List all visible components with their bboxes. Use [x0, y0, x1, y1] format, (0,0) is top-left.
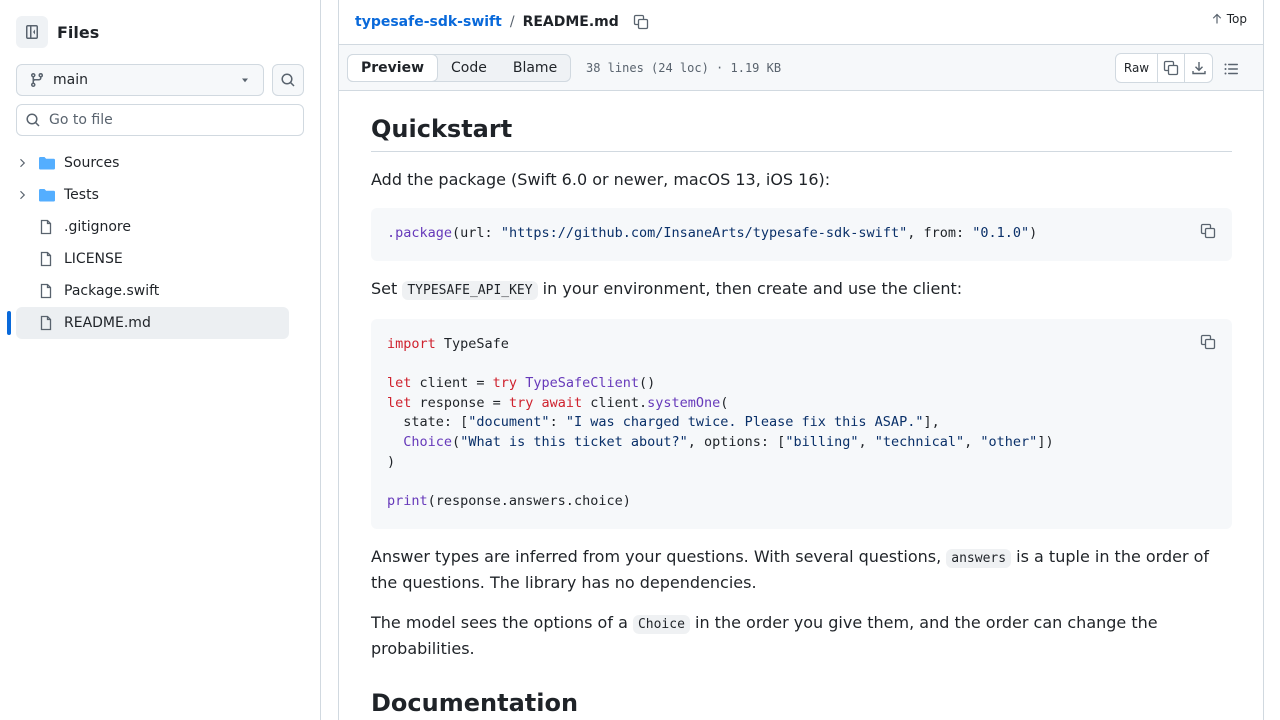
- heading-documentation: Documentation: [371, 689, 1232, 720]
- file-icon: [40, 219, 52, 235]
- tab-blame[interactable]: Blame: [500, 55, 570, 81]
- collapse-sidebar-button[interactable]: [16, 16, 48, 48]
- file-meta: 38 lines (24 loc) · 1.19 KB: [586, 61, 782, 75]
- branch-name: main: [53, 72, 88, 88]
- tree-item-label: Sources: [64, 155, 120, 171]
- tree-item-label: .gitignore: [64, 219, 131, 235]
- breadcrumb-separator: /: [509, 14, 515, 30]
- paragraph-answer-types: Answer types are inferred from your ques…: [371, 547, 1210, 592]
- paragraph-set-key: Set TYPESAFE_API_KEY in your environment…: [371, 279, 963, 300]
- tab-preview[interactable]: Preview: [347, 54, 439, 82]
- git-branch-icon: [31, 72, 43, 88]
- file-tree: Sources Tests .gitignore LICENSE Package…: [0, 147, 320, 339]
- chevron-right-icon[interactable]: [16, 157, 28, 169]
- search-files-button[interactable]: [272, 64, 304, 96]
- copy-code-button[interactable]: [1198, 221, 1218, 241]
- readme-content: Quickstart Add the package (Swift 6.0 or…: [371, 91, 1232, 720]
- code-block-usage: import TypeSafe let client = try TypeSaf…: [371, 319, 1232, 529]
- tree-item-label: Package.swift: [64, 283, 160, 299]
- tree-item-label: LICENSE: [64, 251, 123, 267]
- copy-path-button[interactable]: [633, 14, 649, 30]
- go-to-file-field[interactable]: [16, 104, 304, 136]
- file-icon: [40, 251, 52, 267]
- breadcrumb: typesafe-sdk-swift / README.md: [355, 0, 649, 44]
- code-line: Choice("What is this ticket about?", opt…: [403, 433, 1054, 450]
- selected-indicator: [7, 311, 11, 335]
- triangle-down-icon: [242, 78, 248, 83]
- copy-raw-button[interactable]: [1158, 54, 1185, 82]
- arrow-up-icon: [1212, 13, 1221, 24]
- code-line: state: ["document": "I was charged twice…: [387, 414, 940, 431]
- inline-code: Choice: [632, 615, 690, 634]
- code-line: ): [387, 453, 396, 470]
- file-actions-group: Raw: [1115, 53, 1213, 83]
- view-mode-tabs: Preview Code Blame: [347, 54, 572, 82]
- folder-icon: [39, 157, 55, 170]
- code-line: .package(url: "https://github.com/Insane…: [387, 225, 1038, 241]
- outline-button[interactable]: [1221, 59, 1241, 79]
- copy-icon: [1200, 223, 1216, 239]
- paragraph-model-options: The model sees the options of a Choice i…: [371, 613, 1158, 658]
- sidebar-collapse-icon: [26, 25, 38, 39]
- list-unordered-icon: [1224, 63, 1238, 75]
- search-icon: [281, 73, 295, 87]
- file-view: typesafe-sdk-swift / README.md Top Previ…: [338, 0, 1264, 720]
- tree-item-package-swift[interactable]: Package.swift: [16, 275, 289, 307]
- inline-code: TYPESAFE_API_KEY: [402, 281, 538, 300]
- raw-button[interactable]: Raw: [1116, 54, 1158, 82]
- file-tree-sidebar: Files main Sources Tests .gitignore: [0, 0, 321, 720]
- branch-selector[interactable]: main: [16, 64, 264, 96]
- code-line: print(response.answers.choice): [387, 492, 631, 509]
- chevron-right-icon[interactable]: [16, 189, 28, 201]
- breadcrumb-repo-link[interactable]: typesafe-sdk-swift: [355, 14, 502, 30]
- search-icon: [26, 113, 40, 127]
- sidebar-header: Files: [16, 16, 99, 48]
- file-header-toolbar: Preview Code Blame 38 lines (24 loc) · 1…: [339, 44, 1263, 91]
- copy-icon: [1163, 60, 1179, 76]
- download-button[interactable]: [1185, 54, 1212, 82]
- file-icon: [40, 315, 52, 331]
- code-line: let client = try TypeSafeClient(): [387, 375, 656, 392]
- heading-quickstart: Quickstart: [371, 115, 1232, 152]
- code-line: let response = try await client.systemOn…: [387, 394, 729, 411]
- copy-code-button[interactable]: [1198, 332, 1218, 352]
- file-icon: [40, 283, 52, 299]
- tree-item-tests[interactable]: Tests: [16, 179, 289, 211]
- code-line: import TypeSafe: [387, 336, 509, 352]
- code-block-package: .package(url: "https://github.com/Insane…: [371, 208, 1232, 261]
- download-icon: [1191, 62, 1206, 75]
- tree-item-gitignore[interactable]: .gitignore: [16, 211, 289, 243]
- tree-item-readme[interactable]: README.md: [7, 307, 289, 339]
- tab-code[interactable]: Code: [438, 55, 500, 81]
- breadcrumb-file: README.md: [522, 14, 619, 30]
- inline-code: answers: [946, 549, 1012, 568]
- tree-item-license[interactable]: LICENSE: [16, 243, 289, 275]
- go-to-file-input[interactable]: [49, 112, 289, 128]
- tree-item-sources[interactable]: Sources: [16, 147, 289, 179]
- back-to-top-link[interactable]: Top: [1211, 12, 1247, 26]
- copy-icon: [633, 14, 648, 30]
- tree-item-label: README.md: [64, 315, 151, 331]
- sidebar-title: Files: [57, 22, 100, 42]
- copy-icon: [1200, 334, 1216, 350]
- folder-icon: [39, 189, 55, 202]
- paragraph-add-package: Add the package (Swift 6.0 or newer, mac…: [371, 170, 831, 189]
- tree-item-label: Tests: [64, 187, 99, 203]
